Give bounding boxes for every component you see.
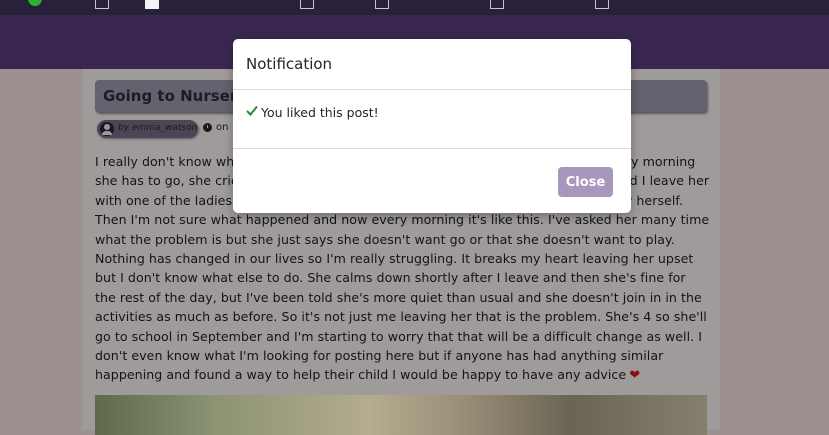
check-icon: [246, 105, 258, 116]
notification-modal: Notification You liked this post! Close: [233, 39, 631, 213]
close-button[interactable]: Close: [558, 167, 613, 197]
modal-title: Notification: [246, 55, 333, 73]
modal-body: You liked this post!: [233, 90, 631, 149]
modal-message: You liked this post!: [261, 105, 379, 120]
modal-header: Notification: [233, 39, 631, 90]
